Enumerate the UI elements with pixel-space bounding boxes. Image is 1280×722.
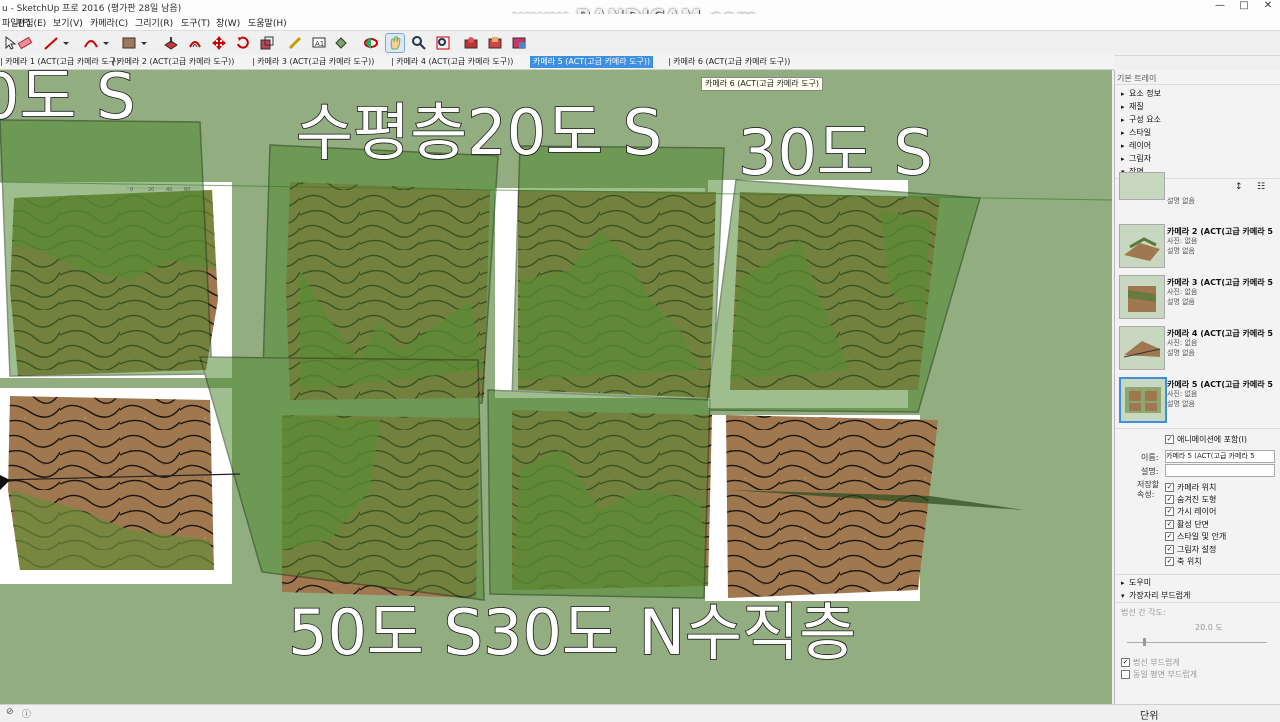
scene-thumbnail [1119, 224, 1165, 268]
smooth-normals-checkbox[interactable]: ✓ 법선 부드럽게 [1121, 657, 1180, 668]
push-pull-icon[interactable] [162, 34, 180, 52]
prop-active-section[interactable]: ✓ 활성 단면 [1165, 519, 1209, 530]
close-button[interactable]: ✕ [1256, 0, 1280, 14]
label-top-right: 30도 S [738, 116, 933, 189]
menu-camera[interactable]: 카메라(C) [90, 16, 128, 29]
zoom-extents-icon[interactable] [434, 34, 452, 52]
scene-tab-1[interactable]: | 카메라 1 (ACT(고급 카메라 도구) [0, 56, 119, 68]
menu-view[interactable]: 보기(V) [53, 16, 83, 29]
terrain-model-drawing: 0 20 40 60 0도 S 수평층20도 S 30도 S 50도 S30도 … [0, 70, 1112, 670]
model-viewport[interactable]: 0 20 40 60 0도 S 수평층20도 S 30도 S 50도 S30도 … [0, 70, 1112, 704]
label-bottom: 50도 S30도 N수직층 [288, 596, 856, 669]
scene-item-2[interactable]: 카메라 2 (ACT(고급 카메라 5 사진: 없음 설명 없음 [1117, 222, 1280, 270]
scene-description-label: 설명: [1141, 467, 1159, 476]
credits-icon[interactable]: ⓘ [22, 707, 31, 720]
label-top-left: 0도 S [0, 70, 136, 133]
geo-location-icon[interactable]: ⊘ [6, 707, 14, 717]
line-dropdown-icon[interactable] [60, 34, 78, 52]
title-bar: u - SketchUp 프로 2016 (평가판 28일 남음) www.BA… [0, 0, 1280, 29]
menu-bar: 파일(F) 편집(E) 보기(V) 카메라(C) 그리기(R) 도구(T) 창(… [0, 14, 1280, 31]
scene-thumbnail [1119, 326, 1165, 370]
prop-axes-location[interactable]: ✓ 축 위치 [1165, 556, 1202, 567]
scene-description-field[interactable] [1165, 464, 1275, 477]
soften-coplanar-checkbox[interactable]: 동일 평면 부드럽게 [1121, 669, 1197, 680]
label-top-mid: 수평층20도 S [296, 96, 662, 169]
maximize-button[interactable]: □ [1232, 0, 1256, 14]
menu-draw[interactable]: 그리기(R) [135, 16, 173, 29]
scene-name-field[interactable]: 카메라 5 (ACT(고급 카메라 5 [1165, 450, 1275, 463]
scene-tab-2[interactable]: | 카메라 2 (ACT(고급 카메라 도구)) [112, 56, 234, 68]
normals-angle-value: 20.0 도 [1195, 623, 1223, 632]
tray-title: 기본 트레이 [1117, 74, 1157, 83]
line-icon[interactable] [42, 34, 60, 52]
scene-thumbnail [1119, 377, 1167, 423]
scene-tab-6[interactable]: | 카메라 6 (ACT(고급 카메라 도구)) [668, 56, 790, 68]
tape-measure-icon[interactable] [286, 34, 304, 52]
menu-window[interactable]: 창(W) [216, 16, 240, 29]
components-icon[interactable] [486, 34, 504, 52]
rectangle-dropdown-icon[interactable] [138, 34, 156, 52]
pan-icon[interactable] [385, 33, 405, 53]
offset-icon[interactable] [186, 34, 204, 52]
paint-bucket-icon[interactable] [332, 34, 350, 52]
ruler-tick-0: 0 [130, 187, 133, 193]
scene-name-label: 이름: [1141, 453, 1159, 462]
prop-hidden-geometry[interactable]: ✓ 숨겨진 도형 [1165, 494, 1216, 505]
scene-tab-5[interactable]: 카메라 5 (ACT(고급 카메라 도구)) [530, 56, 654, 68]
ruler-tick-40: 40 [166, 187, 172, 193]
warehouse-icon[interactable] [462, 34, 480, 52]
prop-visible-layers[interactable]: ✓ 가시 레이어 [1165, 506, 1216, 517]
orbit-icon[interactable] [362, 34, 380, 52]
tray-section-materials[interactable]: ▸ 재질 [1121, 101, 1144, 112]
svg-text:A1: A1 [315, 40, 324, 48]
arc-dropdown-icon[interactable] [100, 34, 118, 52]
normals-angle-label: 법선 간 각도: [1121, 608, 1166, 617]
tray-section-components[interactable]: ▸ 구성 요소 [1121, 114, 1161, 125]
scene-item-5-selected[interactable]: 카메라 5 (ACT(고급 카메라 5 사진: 없음 설명 없음 [1117, 375, 1280, 423]
menu-tools[interactable]: 도구(T) [181, 16, 210, 29]
eraser-icon[interactable] [16, 34, 34, 52]
tray-section-layers[interactable]: ▸ 레이어 [1121, 140, 1151, 151]
tray-section-shadows[interactable]: ▸ 그림자 [1121, 153, 1151, 164]
scene-item-4[interactable]: 카메라 4 (ACT(고급 카메라 5 사진: 없음 설명 없음 [1117, 324, 1280, 372]
toolbar: A1 [0, 31, 1280, 56]
prop-shadow-settings[interactable]: ✓ 그림자 설정 [1165, 544, 1216, 555]
prop-camera-location[interactable]: ✓ 카메라 위치 [1165, 482, 1216, 493]
scene-thumbnail [1119, 275, 1165, 319]
scene-item-3[interactable]: 카메라 3 (ACT(고급 카메라 5 사진: 없음 설명 없음 [1117, 273, 1280, 321]
angle-slider-track[interactable] [1127, 642, 1267, 643]
properties-to-save-label: 저장할 속성: [1137, 480, 1160, 499]
menu-edit[interactable]: 편집(E) [17, 16, 46, 29]
zoom-icon[interactable] [410, 34, 428, 52]
scene-tab-bar: | 카메라 1 (ACT(고급 카메라 도구) | 카메라 2 (ACT(고급 … [0, 55, 1114, 70]
scene-item-1[interactable]: 설명 없음 [1117, 172, 1280, 214]
minimize-button[interactable]: — [1208, 0, 1232, 14]
prop-style-fog[interactable]: ✓ 스타일 및 안개 [1165, 531, 1226, 542]
tray-section-entity-info[interactable]: ▸ 요소 정보 [1121, 88, 1161, 99]
ruler-tick-20: 20 [148, 187, 154, 193]
ruler-tick-60: 60 [184, 187, 190, 193]
tray-section-instructor[interactable]: ▸ 도우미 [1121, 577, 1151, 588]
extension-icon[interactable] [510, 34, 528, 52]
tray-section-styles[interactable]: ▸ 스타일 [1121, 127, 1151, 138]
scene-tab-4[interactable]: | 카메라 4 (ACT(고급 카메라 도구)) [391, 56, 513, 68]
status-bar: ⊘ ⓘ 단위 [0, 704, 1280, 722]
rotate-icon[interactable] [234, 34, 252, 52]
scene-tooltip: 카메라 6 (ACT(고급 카메라 도구) [701, 77, 824, 91]
arc-icon[interactable] [82, 34, 100, 52]
scene-thumbnail [1119, 172, 1165, 200]
scene-tab-3[interactable]: | 카메라 3 (ACT(고급 카메라 도구)) [252, 56, 374, 68]
include-in-animation-checkbox[interactable]: ✓ 애니메이션에 포함(I) [1165, 434, 1247, 445]
move-icon[interactable] [210, 34, 228, 52]
tray-section-soften-edges[interactable]: ▾ 가장자리 부드럽게 [1121, 590, 1190, 601]
angle-slider-handle[interactable] [1143, 638, 1146, 646]
text-icon[interactable]: A1 [310, 34, 328, 52]
scale-icon[interactable] [258, 34, 276, 52]
menu-help[interactable]: 도움말(H) [248, 16, 287, 29]
rectangle-icon[interactable] [120, 34, 138, 52]
default-tray: 기본 트레이 ▸ 요소 정보 ▸ 재질 ▸ 구성 요소 ▸ 스타일 ▸ 레이어 ▸ 그림자 … [1114, 70, 1280, 704]
window-title: u - SketchUp 프로 2016 (평가판 28일 남음) [2, 4, 182, 14]
